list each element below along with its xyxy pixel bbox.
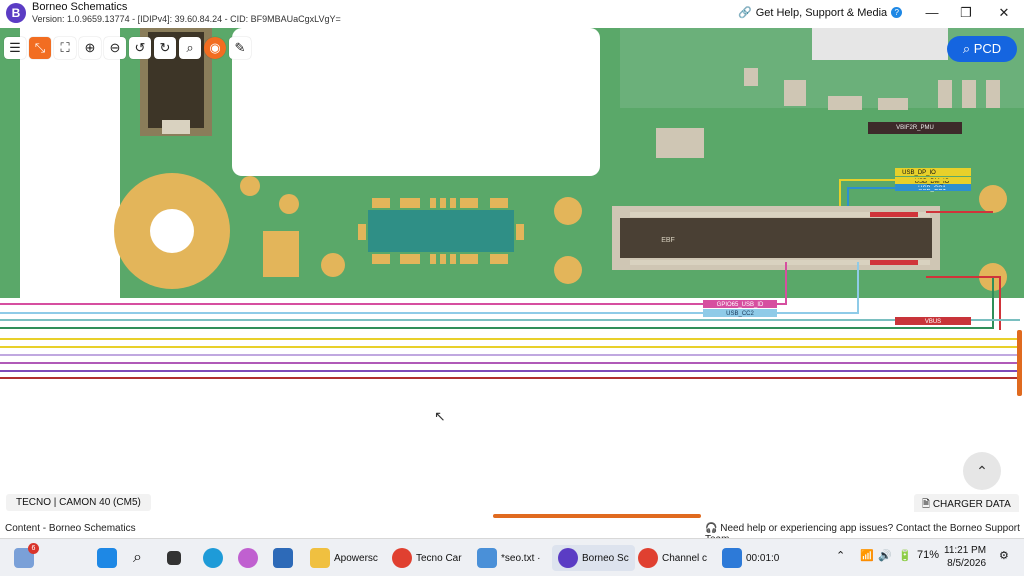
windows-taskbar: 6 ⌕ Apowersc Tecno Car *seo.txt · Borneo… (0, 538, 1024, 576)
taskbar-search[interactable]: ⌕ (133, 545, 142, 571)
chevron-up-icon: ⌃ (976, 463, 988, 479)
copilot-icon (238, 548, 258, 568)
battery-percent: 71% (917, 549, 940, 561)
task-view-icon (167, 551, 181, 565)
scroll-to-top-button[interactable]: ⌃ (963, 452, 1001, 490)
rotate-right-icon[interactable]: ↻ (154, 37, 176, 59)
store-button[interactable] (273, 545, 293, 571)
taskbar-app-channel[interactable]: Channel c (638, 545, 707, 571)
charger-data-label: CHARGER DATA (932, 499, 1011, 510)
maximize-button[interactable]: ❐ (951, 3, 981, 23)
store-icon (273, 548, 293, 568)
schematic-toolbar: ☰ ⤡ ⛶ ⊕ ⊖ ↺ ↻ ⌕ ◉ ✎ (4, 37, 251, 59)
search-icon: ⌕ (962, 41, 971, 56)
schematic-canvas[interactable]: USB_DP_IO USB_DM_IO USB_CC1 VBIF2R_PMU E… (0, 28, 1024, 511)
taskbar-app-label: 00:01:0 (746, 552, 780, 564)
link-icon: 🔗 (738, 7, 752, 19)
pcd-button-label: PCD (973, 41, 1002, 56)
zoom-out-icon[interactable]: ⊖ (104, 37, 126, 59)
title-bar: B Borneo Schematics Version: 1.0.9659.13… (0, 0, 1024, 28)
app-title: Borneo Schematics (32, 1, 128, 13)
taskbar-app-notepad[interactable]: *seo.txt · (477, 545, 540, 571)
settings-icon[interactable]: ⚙ (999, 549, 1009, 562)
app-version: Version: 1.0.9659.13774 - [IDIPv4]: 39.6… (32, 14, 341, 24)
edge-icon (203, 548, 223, 568)
help-link[interactable]: 🔗 Get Help, Support & Media ? (738, 6, 903, 19)
pcd-button[interactable]: ⌕ PCD (947, 36, 1017, 62)
taskbar-app-label: Apowersc (334, 552, 378, 564)
taskbar-app-label: Channel c (662, 552, 708, 564)
edge-button[interactable] (203, 545, 223, 571)
mouse-mode-icon[interactable]: ◉ (204, 37, 226, 59)
document-icon: 🗎 (922, 499, 931, 510)
clock-time: 11:21 PM (944, 545, 987, 556)
scrollbar-thumb[interactable] (493, 514, 701, 518)
close-button[interactable]: ✕ (989, 3, 1019, 23)
shrink-icon[interactable]: ⤡ (29, 37, 51, 59)
folder-icon (310, 548, 330, 568)
help-link-label: Get Help, Support & Media (755, 6, 888, 19)
search-icon: ⌕ (133, 549, 142, 566)
mouse-cursor-icon: ↖ (434, 408, 446, 424)
device-model-label: TECNO | CAMON 40 (CM5) (6, 494, 151, 511)
fullscreen-icon[interactable]: ⛶ (54, 37, 76, 59)
wifi-icon[interactable]: 📶 (860, 549, 874, 562)
zoom-in-icon[interactable]: ⊕ (79, 37, 101, 59)
list-icon[interactable]: ☰ (4, 37, 26, 59)
vertical-scrollbar-thumb[interactable] (1017, 330, 1022, 396)
question-icon: ? (891, 7, 903, 18)
chevron-up-icon[interactable]: ⌃ (836, 549, 845, 562)
clock[interactable]: 11:21 PM 8/5/2026 (944, 544, 986, 570)
copilot-button[interactable] (238, 545, 258, 571)
draw-icon[interactable]: ✎ (229, 37, 251, 59)
volume-icon[interactable]: 🔊 (878, 549, 892, 562)
notification-badge: 6 (28, 543, 39, 554)
taskbar-app-label: Tecno Car (416, 552, 462, 564)
taskbar-app-label: *seo.txt · (501, 552, 541, 564)
net-label-vbus: VBUS (925, 319, 941, 325)
taskbar-app-label: Borneo Sc (582, 552, 629, 564)
recorder-icon (722, 548, 742, 568)
battery-icon[interactable]: 🔋 (898, 549, 912, 562)
net-label-usb-cc2: USB_CC2 (726, 311, 754, 317)
notepad-icon (477, 548, 497, 568)
minimize-button[interactable]: — (917, 3, 947, 23)
net-label-gpio: GPIO65_USB_ID (717, 302, 764, 308)
horizontal-scrollbar[interactable] (0, 512, 1024, 520)
windows-logo-icon (97, 548, 117, 568)
task-view-button[interactable] (167, 545, 181, 571)
taskbar-app-recorder[interactable]: 00:01:0 (722, 545, 779, 571)
status-bar: Content - Borneo Schematics 🎧 Need help … (0, 520, 1024, 545)
clock-date: 8/5/2026 (947, 558, 987, 569)
start-button[interactable] (97, 545, 117, 571)
chrome-icon (638, 548, 658, 568)
taskbar-app-apowersoft[interactable]: Apowersc (310, 545, 378, 571)
status-left-text: Content - Borneo Schematics (5, 523, 136, 534)
taskbar-app-borneo[interactable]: Borneo Sc (552, 545, 635, 571)
net-traces: GPIO65_USB_ID USB_CC2 VBUS (0, 179, 1020, 379)
app-window: B Borneo Schematics Version: 1.0.9659.13… (0, 0, 1024, 576)
chrome-icon (392, 548, 412, 568)
taskbar-app-tecno[interactable]: Tecno Car (392, 545, 462, 571)
search-icon[interactable]: ⌕ (179, 37, 201, 59)
app-logo-icon: B (6, 3, 26, 23)
rotate-left-icon[interactable]: ↺ (129, 37, 151, 59)
borneo-icon (558, 548, 578, 568)
